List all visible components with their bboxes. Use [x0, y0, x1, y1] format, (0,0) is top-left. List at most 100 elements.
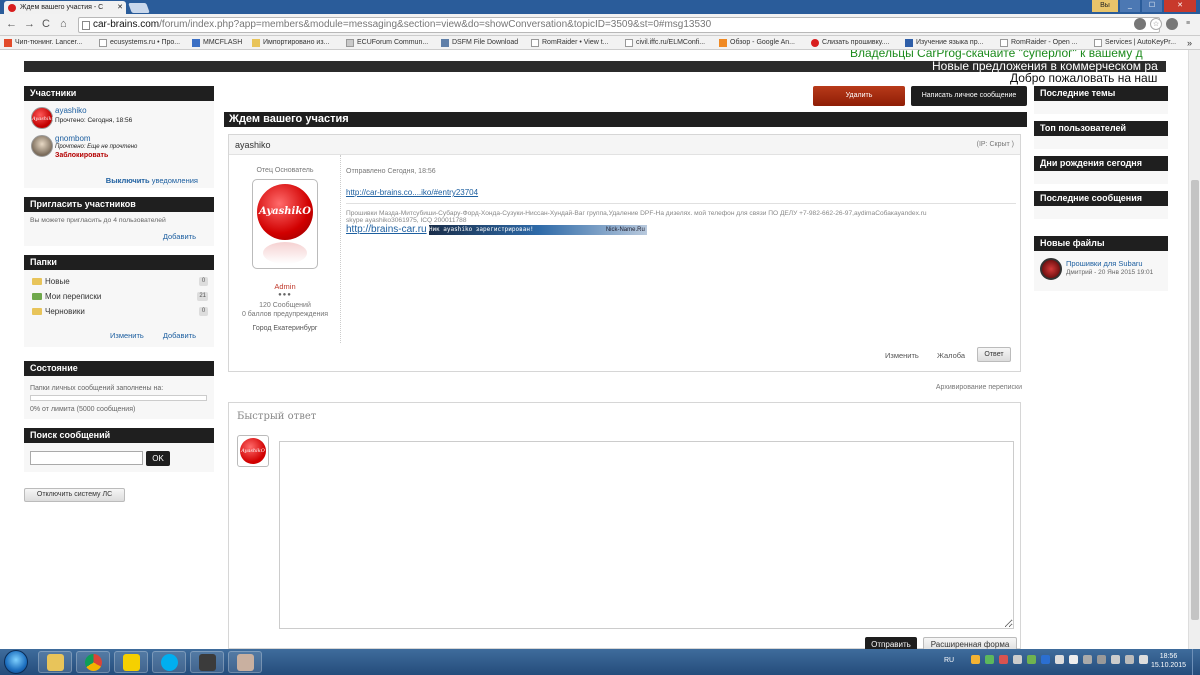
taskbar-ecu-app[interactable] [190, 651, 224, 673]
taskbar-photo-app[interactable] [228, 651, 262, 673]
bookmark-item[interactable]: Services | AutoKeyPr... [1094, 36, 1176, 49]
tray-icon[interactable] [1013, 655, 1022, 664]
extension-icon[interactable] [1134, 18, 1146, 30]
delete-button[interactable]: Удалить [813, 86, 905, 106]
page-icon [1000, 39, 1008, 47]
top-users-title[interactable]: Топ пользователей [1034, 121, 1168, 136]
participant-name[interactable]: gnombom [55, 134, 91, 143]
send-button[interactable]: Отправить [865, 637, 917, 649]
clock-date: 15.10.2015 [1150, 662, 1186, 669]
quick-reply-textarea[interactable] [279, 441, 1014, 629]
write-pm-button[interactable]: Написать личное сообщение [911, 86, 1027, 106]
browser-tab-bar: Ждем вашего участия - С ✕ Вы _ ☐ ✕ [0, 0, 1200, 14]
flag-icon[interactable] [1069, 655, 1078, 664]
post-report-link[interactable]: Жалоба [937, 351, 965, 360]
avatar[interactable]: AyashikO [31, 107, 56, 129]
maximize-button[interactable]: ☐ [1142, 0, 1162, 12]
clock[interactable]: 18:56 15.10.2015 [1151, 652, 1186, 670]
page-scrollbar[interactable] [1188, 50, 1200, 649]
reload-icon[interactable]: C [42, 18, 50, 30]
start-button[interactable] [4, 650, 28, 674]
taskbar-explorer[interactable] [38, 651, 72, 673]
my-avatar: AyashikO [237, 435, 269, 467]
notifications-toggle[interactable]: Выключить уведомления [106, 176, 198, 185]
latest-posts-panel: Последние сообщения [1034, 191, 1168, 219]
post-link[interactable]: http://car-brains.co....iko/#entry23704 [346, 188, 1016, 197]
block-user-link[interactable]: Заблокировать [55, 152, 108, 159]
browser-tab[interactable]: Ждем вашего участия - С ✕ [4, 1, 126, 14]
show-desktop-button[interactable] [1192, 649, 1200, 675]
invite-add-link[interactable]: Добавить [163, 232, 196, 241]
bookmark-item[interactable]: RomRaider • View t... [531, 36, 609, 49]
tray-icon[interactable] [999, 655, 1008, 664]
tray-icon[interactable] [1055, 655, 1064, 664]
taskbar-skype[interactable] [152, 651, 186, 673]
post-edit-link[interactable]: Изменить [885, 351, 919, 360]
bookmarks-overflow-button[interactable]: » [1187, 36, 1192, 49]
bookmark-item[interactable]: Чип-тюнинг. Lancer... [4, 36, 82, 49]
bookmark-item[interactable]: Изучение языка пр... [905, 36, 983, 49]
bookmark-item[interactable]: RomRaider - Open ... [1000, 36, 1078, 49]
avatar[interactable] [31, 135, 53, 157]
bookmark-item[interactable]: ECUForum Commun... [346, 36, 428, 49]
taskbar-batman-app[interactable] [114, 651, 148, 673]
tray-icon[interactable] [985, 655, 994, 664]
file-thumbnail[interactable] [1040, 258, 1062, 280]
settings-icon[interactable] [1166, 18, 1178, 30]
url-input[interactable]: car-brains.com/forum/index.php?app=membe… [78, 17, 1160, 33]
new-tab-button[interactable] [128, 3, 150, 13]
folder-item[interactable]: Мои переписки 21 [24, 289, 214, 304]
home-icon[interactable]: ⌂ [60, 18, 67, 30]
folders-edit-link[interactable]: Изменить [110, 331, 144, 340]
tray-icon[interactable] [1027, 655, 1036, 664]
tray-icon[interactable] [1083, 655, 1092, 664]
profile-button[interactable]: Вы [1092, 0, 1118, 12]
bookmark-item[interactable]: civil.iffc.ru/ELMConfi... [625, 36, 705, 49]
advanced-form-button[interactable]: Расширенная форма [923, 637, 1017, 649]
message-post: ayashiko (IP: Скрыт ) Отец Основатель Ay… [228, 134, 1021, 372]
latest-posts-title[interactable]: Последние сообщения [1034, 191, 1168, 206]
latest-topics-title[interactable]: Последние темы [1034, 86, 1168, 101]
scrollbar-thumb[interactable] [1191, 180, 1199, 620]
nickname-banner[interactable]: Ник ayashiko зарегистрирован! Nick-Name.R… [428, 224, 647, 235]
signature-site-link[interactable]: http://brains-car.ru [346, 224, 427, 235]
avatar-reflection [263, 242, 307, 264]
bookmark-item[interactable]: Слизать прошивку.... [811, 36, 889, 49]
archive-conversation-link[interactable]: Архивирование переписки [936, 384, 1022, 391]
author-avatar[interactable]: AyashikO [252, 179, 318, 269]
search-input[interactable] [30, 451, 143, 465]
quick-reply-box: Быстрый ответ AyashikO Отправить Расшире… [228, 402, 1021, 649]
back-arrow-icon[interactable]: ← [6, 18, 17, 30]
bluetooth-icon[interactable] [1041, 655, 1050, 664]
tab-close-icon[interactable]: ✕ [117, 1, 123, 14]
birthdays-title[interactable]: Дни рождения сегодня [1034, 156, 1168, 171]
disable-pm-button[interactable]: Отключить систему ЛС [24, 488, 125, 502]
clock-time: 18:56 [1159, 653, 1178, 660]
bookmark-item[interactable]: Импортировано из... [252, 36, 329, 49]
post-author[interactable]: ayashiko [235, 140, 271, 150]
tray-icon[interactable] [1139, 655, 1148, 664]
bookmark-item[interactable]: Обзор - Google An... [719, 36, 795, 49]
folders-add-link[interactable]: Добавить [163, 331, 196, 340]
folder-item[interactable]: Новые 0 [24, 274, 214, 289]
tray-icon[interactable] [971, 655, 980, 664]
close-window-button[interactable]: ✕ [1164, 0, 1196, 12]
minimize-button[interactable]: _ [1120, 0, 1140, 12]
taskbar-chrome[interactable] [76, 651, 110, 673]
search-ok-button[interactable]: OK [146, 451, 170, 466]
network-icon[interactable] [1125, 655, 1134, 664]
forward-arrow-icon[interactable]: → [24, 18, 35, 30]
bookmark-item[interactable]: MMCFLASH [192, 36, 242, 49]
signature-divider [346, 203, 1016, 204]
bookmark-item[interactable]: DSFM File Download [441, 36, 518, 49]
folder-item[interactable]: Черновики 0 [24, 304, 214, 319]
volume-icon[interactable] [1111, 655, 1120, 664]
participant-name[interactable]: ayashiko [55, 106, 87, 115]
file-link[interactable]: Прошивки для Subaru [1066, 259, 1143, 268]
bookmark-item[interactable]: ecusystems.ru • Про... [99, 36, 180, 49]
tray-icon[interactable] [1097, 655, 1106, 664]
post-reply-button[interactable]: Ответ [977, 347, 1011, 362]
menu-icon[interactable]: ≡ [1182, 18, 1194, 30]
language-indicator[interactable]: RU [944, 657, 954, 664]
bookmark-star-icon[interactable]: ☆ [1150, 18, 1162, 30]
